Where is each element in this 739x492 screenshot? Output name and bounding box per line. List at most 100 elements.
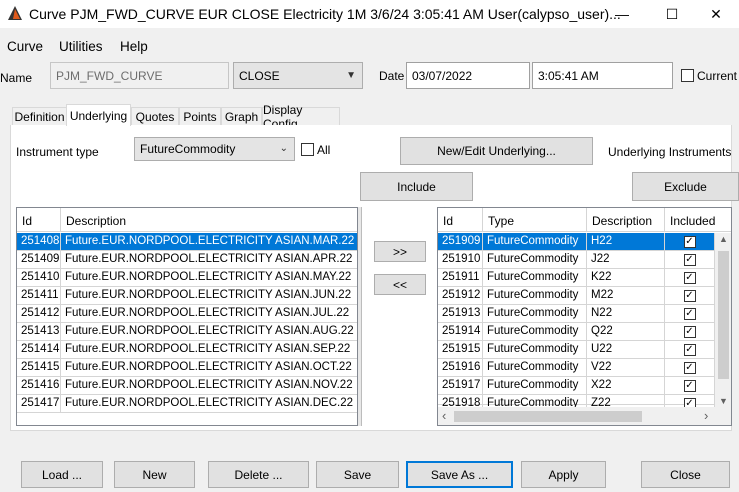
cell-included[interactable]: ✓: [665, 359, 715, 377]
load-button[interactable]: Load ...: [21, 461, 103, 488]
apply-button[interactable]: Apply: [521, 461, 606, 488]
date-field[interactable]: 03/07/2022: [406, 62, 530, 89]
cell-type: FutureCommodity: [483, 377, 587, 395]
table-header: Id Description: [17, 208, 357, 232]
tab-quotes[interactable]: Quotes: [131, 107, 179, 126]
table-row[interactable]: 251911 FutureCommodity K22 ✓: [438, 269, 715, 287]
cell-included[interactable]: ✓: [665, 233, 715, 251]
table-row[interactable]: 251918 FutureCommodity Z22 ✓: [438, 395, 715, 413]
instrument-type-select[interactable]: FutureCommodity ⌄: [134, 137, 295, 161]
cell-description: Future.EUR.NORDPOOL.ELECTRICITY ASIAN.DE…: [61, 395, 357, 413]
cell-included[interactable]: ✓: [665, 377, 715, 395]
cell-included[interactable]: ✓: [665, 305, 715, 323]
menu-help[interactable]: Help: [120, 39, 148, 54]
included-checkbox[interactable]: ✓: [683, 290, 696, 302]
save-button[interactable]: Save: [316, 461, 399, 488]
cell-type: FutureCommodity: [483, 359, 587, 377]
included-checkbox[interactable]: ✓: [683, 308, 696, 320]
new-button[interactable]: New: [114, 461, 195, 488]
horizontal-scrollbar[interactable]: ‹ ›: [438, 407, 731, 425]
curve-type-select[interactable]: CLOSE ▼: [233, 62, 363, 89]
menu-utilities[interactable]: Utilities: [59, 39, 103, 54]
table-header: Id Type Description Included: [438, 208, 731, 232]
cell-included[interactable]: ✓: [665, 323, 715, 341]
cell-type: FutureCommodity: [483, 323, 587, 341]
tab-display-config[interactable]: Display Config: [262, 103, 340, 131]
cell-id: 251412: [17, 305, 61, 323]
vertical-scrollbar[interactable]: ▲ ▼: [715, 233, 731, 409]
table-row[interactable]: 251416 Future.EUR.NORDPOOL.ELECTRICITY A…: [17, 377, 357, 395]
table-row[interactable]: 251414 Future.EUR.NORDPOOL.ELECTRICITY A…: [17, 341, 357, 359]
save-as-button[interactable]: Save As ...: [406, 461, 513, 488]
table-row[interactable]: 251410 Future.EUR.NORDPOOL.ELECTRICITY A…: [17, 269, 357, 287]
tab-graph[interactable]: Graph: [221, 107, 262, 126]
table-row[interactable]: 251910 FutureCommodity J22 ✓: [438, 251, 715, 269]
cell-included[interactable]: ✓: [665, 251, 715, 269]
scroll-up-icon[interactable]: ▲: [719, 234, 728, 244]
scroll-left-icon[interactable]: ‹: [442, 408, 446, 423]
column-header-id[interactable]: Id: [438, 208, 483, 232]
table-row[interactable]: 251415 Future.EUR.NORDPOOL.ELECTRICITY A…: [17, 359, 357, 377]
scroll-right-icon[interactable]: ›: [704, 408, 708, 423]
cell-description: H22: [587, 233, 665, 251]
table-row[interactable]: 251917 FutureCommodity X22 ✓: [438, 377, 715, 395]
splitter-handle[interactable]: [358, 207, 362, 426]
cell-description: Future.EUR.NORDPOOL.ELECTRICITY ASIAN.AU…: [61, 323, 357, 341]
date-label: Date: [379, 69, 405, 83]
close-window-button[interactable]: ✕: [693, 0, 739, 28]
new-edit-underlying-button[interactable]: New/Edit Underlying...: [400, 137, 593, 165]
table-row[interactable]: 251408 Future.EUR.NORDPOOL.ELECTRICITY A…: [17, 233, 357, 251]
tab-points[interactable]: Points: [179, 107, 221, 126]
included-checkbox[interactable]: ✓: [683, 326, 696, 338]
table-row[interactable]: 251915 FutureCommodity U22 ✓: [438, 341, 715, 359]
horizontal-scroll-thumb[interactable]: [454, 411, 642, 422]
minimize-button[interactable]: —: [599, 0, 645, 28]
vertical-scroll-thumb[interactable]: [718, 251, 729, 379]
cell-included[interactable]: ✓: [665, 287, 715, 305]
column-header-description[interactable]: Description: [61, 208, 357, 232]
move-right-button[interactable]: >>: [374, 241, 426, 262]
included-checkbox[interactable]: ✓: [683, 272, 696, 284]
cell-id: 251410: [17, 269, 61, 287]
table-row[interactable]: 251913 FutureCommodity N22 ✓: [438, 305, 715, 323]
included-checkbox[interactable]: ✓: [683, 362, 696, 374]
table-row[interactable]: 251413 Future.EUR.NORDPOOL.ELECTRICITY A…: [17, 323, 357, 341]
table-row[interactable]: 251909 FutureCommodity H22 ✓: [438, 233, 715, 251]
column-header-id[interactable]: Id: [17, 208, 61, 232]
underlying-instruments-label: Underlying Instruments: [608, 145, 732, 159]
exclude-button[interactable]: Exclude: [632, 172, 739, 201]
column-header-type[interactable]: Type: [483, 208, 587, 232]
cell-included[interactable]: ✓: [665, 341, 715, 359]
time-field[interactable]: 3:05:41 AM: [532, 62, 673, 89]
menu-curve[interactable]: Curve: [7, 39, 43, 54]
table-row[interactable]: 251914 FutureCommodity Q22 ✓: [438, 323, 715, 341]
current-checkbox[interactable]: [681, 69, 694, 82]
table-row[interactable]: 251912 FutureCommodity M22 ✓: [438, 287, 715, 305]
tab-underlying[interactable]: Underlying: [66, 104, 131, 126]
move-left-button[interactable]: <<: [374, 274, 426, 295]
column-header-included[interactable]: Included: [665, 208, 731, 232]
table-row[interactable]: 251417 Future.EUR.NORDPOOL.ELECTRICITY A…: [17, 395, 357, 413]
cell-id: 251910: [438, 251, 483, 269]
table-row[interactable]: 251916 FutureCommodity V22 ✓: [438, 359, 715, 377]
include-button[interactable]: Include: [360, 172, 473, 201]
included-checkbox[interactable]: ✓: [683, 344, 696, 356]
column-header-description[interactable]: Description: [587, 208, 665, 232]
included-checkbox[interactable]: ✓: [683, 380, 696, 392]
included-checkbox[interactable]: ✓: [683, 254, 696, 266]
cell-description: U22: [587, 341, 665, 359]
tab-definition[interactable]: Definition: [12, 107, 67, 126]
table-row[interactable]: 251411 Future.EUR.NORDPOOL.ELECTRICITY A…: [17, 287, 357, 305]
close-button[interactable]: Close: [641, 461, 730, 488]
cell-included[interactable]: ✓: [665, 269, 715, 287]
table-row[interactable]: 251409 Future.EUR.NORDPOOL.ELECTRICITY A…: [17, 251, 357, 269]
table-row[interactable]: 251412 Future.EUR.NORDPOOL.ELECTRICITY A…: [17, 305, 357, 323]
included-checkbox[interactable]: ✓: [683, 236, 696, 248]
maximize-button[interactable]: ☐: [649, 0, 695, 28]
scroll-down-icon[interactable]: ▼: [719, 396, 728, 406]
cell-description: Future.EUR.NORDPOOL.ELECTRICITY ASIAN.AP…: [61, 251, 357, 269]
cell-description: Future.EUR.NORDPOOL.ELECTRICITY ASIAN.OC…: [61, 359, 357, 377]
name-field[interactable]: PJM_FWD_CURVE: [50, 62, 229, 89]
all-checkbox[interactable]: [301, 143, 314, 156]
delete-button[interactable]: Delete ...: [208, 461, 309, 488]
